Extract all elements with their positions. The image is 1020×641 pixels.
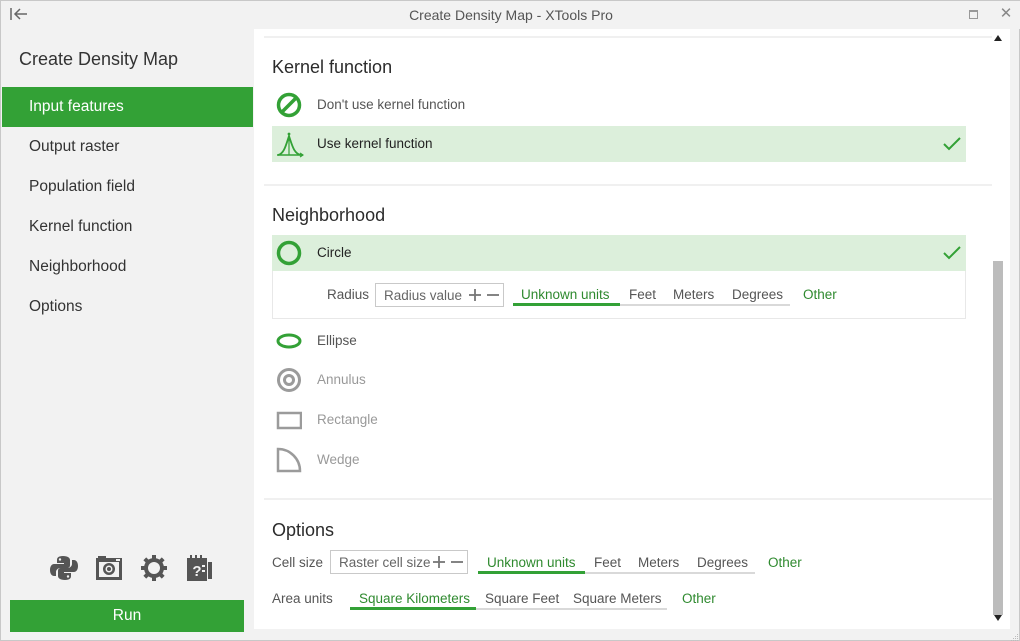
area-unit-tabs: Square Kilometers Square Feet Square Met… (350, 586, 667, 610)
option-circle[interactable]: Circle (272, 235, 966, 271)
option-label: Annulus (317, 372, 366, 387)
divider (264, 36, 992, 38)
divider (264, 184, 992, 186)
radius-input-box (375, 283, 504, 307)
scroll-down-arrow-icon[interactable] (994, 615, 1002, 621)
decrement-icon[interactable] (485, 285, 501, 305)
option-label: Ellipse (317, 333, 357, 348)
cell-size-unit-unknown[interactable]: Unknown units (478, 550, 585, 574)
sidebar-item-input-features[interactable]: Input features (2, 87, 253, 127)
increment-icon[interactable] (467, 285, 483, 305)
option-label: Don't use kernel function (317, 97, 466, 112)
radius-label: Radius (327, 287, 370, 302)
option-wedge: Wedge (272, 442, 966, 478)
option-use-kernel[interactable]: Use kernel function (272, 126, 966, 162)
sidebar-title: Create Density Map (19, 49, 179, 69)
radius-unit-other-link[interactable]: Other (803, 287, 837, 302)
decrement-icon[interactable] (449, 552, 465, 572)
scroll-up-arrow-icon[interactable] (994, 35, 1002, 41)
sidebar-item-output-raster[interactable]: Output raster (2, 127, 253, 167)
sidebar: Create Density Map Input features Output… (1, 29, 254, 641)
radius-unit-tabs: Unknown units Feet Meters Degrees (513, 282, 790, 306)
cell-size-unit-tabs: Unknown units Feet Meters Degrees (478, 550, 755, 574)
radius-unit-degrees[interactable]: Degrees (732, 282, 783, 306)
radius-input[interactable] (376, 284, 466, 306)
cell-size-label: Cell size (272, 555, 324, 570)
sidebar-item-population-field[interactable]: Population field (2, 167, 253, 207)
radius-unit-meters[interactable]: Meters (673, 282, 714, 306)
area-unit-square-feet[interactable]: Square Feet (485, 586, 559, 610)
option-label: Use kernel function (317, 136, 433, 151)
run-button[interactable]: Run (10, 600, 244, 632)
option-annulus: Annulus (272, 362, 966, 398)
cell-size-input[interactable] (331, 551, 431, 573)
sidebar-item-neighborhood[interactable]: Neighborhood (2, 247, 253, 287)
sidebar-nav: Input features Output raster Population … (2, 87, 253, 327)
area-units-label: Area units (272, 591, 333, 606)
check-icon (942, 135, 962, 153)
cell-size-unit-feet[interactable]: Feet (594, 550, 621, 574)
section-title-kernel: Kernel function (272, 57, 393, 77)
option-label: Wedge (317, 452, 360, 467)
area-unit-other-link[interactable]: Other (682, 591, 716, 606)
divider (264, 498, 992, 500)
cell-size-unit-degrees[interactable]: Degrees (697, 550, 748, 574)
resize-grip-icon[interactable] (1009, 629, 1019, 641)
section-title-neighborhood: Neighborhood (272, 205, 386, 225)
option-ellipse[interactable]: Ellipse (272, 323, 966, 359)
help-notebook-icon[interactable]: ? (184, 553, 214, 585)
sidebar-item-options[interactable]: Options (2, 287, 253, 327)
ellipse-icon (276, 328, 302, 354)
circle-icon (276, 240, 302, 266)
area-unit-square-kilometers[interactable]: Square Kilometers (350, 586, 476, 610)
radius-unit-feet[interactable]: Feet (629, 282, 656, 306)
vertical-scrollbar[interactable] (992, 29, 1006, 629)
wedge-icon (276, 447, 302, 473)
camera-icon[interactable] (94, 553, 124, 585)
option-dont-use-kernel[interactable]: Don't use kernel function (272, 87, 966, 123)
section-title-options: Options (272, 520, 335, 540)
close-icon[interactable]: ✕ (998, 5, 1014, 23)
title-bar: Create Density Map - XTools Pro ✕ (1, 1, 1020, 29)
window-title: Create Density Map - XTools Pro (409, 7, 613, 23)
radius-panel: Radius Unknown units Feet Meters Degrees… (272, 271, 966, 319)
increment-icon[interactable] (431, 552, 447, 572)
scroll-thumb[interactable] (993, 261, 1003, 615)
no-kernel-icon (276, 92, 302, 118)
cell-size-unit-meters[interactable]: Meters (638, 550, 679, 574)
gear-icon[interactable] (139, 553, 169, 585)
kernel-curve-icon (276, 131, 305, 158)
rectangle-icon (276, 407, 303, 433)
cell-size-unit-other-link[interactable]: Other (768, 555, 802, 570)
python-icon[interactable] (49, 553, 79, 585)
sidebar-item-kernel-function[interactable]: Kernel function (2, 207, 253, 247)
area-unit-square-meters[interactable]: Square Meters (573, 586, 662, 610)
check-icon (942, 244, 962, 262)
radius-unit-unknown[interactable]: Unknown units (513, 282, 620, 306)
svg-text:?: ? (192, 563, 201, 580)
annulus-icon (276, 367, 302, 393)
content-panel: Kernel function Don't use kernel functio… (254, 29, 1010, 629)
tool-icons: ? (49, 553, 219, 587)
option-rectangle: Rectangle (272, 402, 966, 438)
maximize-icon[interactable] (969, 10, 978, 19)
cell-size-input-box (330, 550, 468, 574)
option-label: Rectangle (317, 412, 378, 427)
option-label: Circle (317, 245, 352, 260)
